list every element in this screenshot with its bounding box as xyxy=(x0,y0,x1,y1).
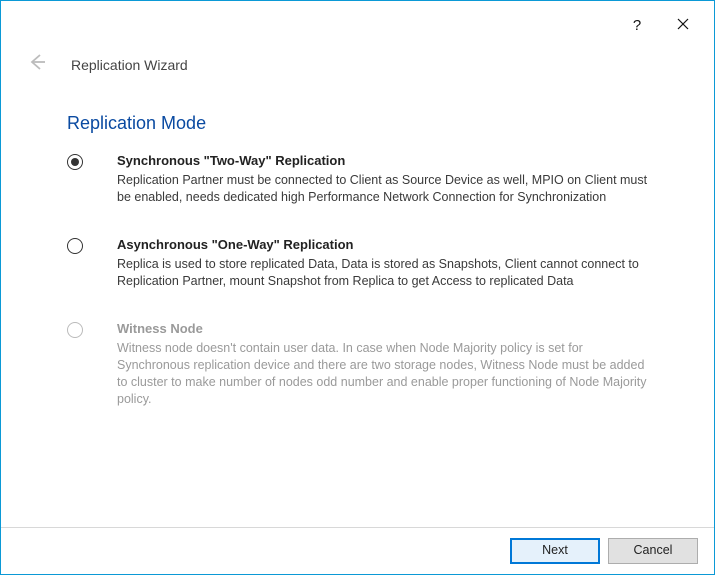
radio-asynchronous[interactable] xyxy=(67,238,83,254)
option-description: Witness node doesn't contain user data. … xyxy=(117,340,648,409)
option-description: Replication Partner must be connected to… xyxy=(117,172,648,207)
help-icon: ? xyxy=(633,17,641,34)
help-button[interactable]: ? xyxy=(614,9,660,41)
radio-witness-node xyxy=(67,322,83,338)
back-button xyxy=(21,49,53,81)
wizard-header: Replication Wizard xyxy=(1,49,714,89)
option-body: Asynchronous "One-Way" Replication Repli… xyxy=(117,236,648,290)
close-button[interactable] xyxy=(660,9,706,41)
wizard-window: ? Replication Wizard Replication Mode Sy… xyxy=(0,0,715,575)
next-button[interactable]: Next xyxy=(510,538,600,564)
page-heading: Replication Mode xyxy=(67,113,714,134)
option-body: Synchronous "Two-Way" Replication Replic… xyxy=(117,152,648,206)
close-icon xyxy=(677,17,689,34)
option-synchronous[interactable]: Synchronous "Two-Way" Replication Replic… xyxy=(67,152,648,206)
footer: Next Cancel xyxy=(1,527,714,574)
option-title: Synchronous "Two-Way" Replication xyxy=(117,152,648,170)
options-group: Synchronous "Two-Way" Replication Replic… xyxy=(1,152,714,439)
option-title: Asynchronous "One-Way" Replication xyxy=(117,236,648,254)
titlebar: ? xyxy=(1,1,714,49)
cancel-button[interactable]: Cancel xyxy=(608,538,698,564)
option-body: Witness Node Witness node doesn't contai… xyxy=(117,320,648,409)
option-title: Witness Node xyxy=(117,320,648,338)
option-witness-node: Witness Node Witness node doesn't contai… xyxy=(67,320,648,409)
arrow-left-icon xyxy=(26,51,48,79)
radio-synchronous[interactable] xyxy=(67,154,83,170)
option-description: Replica is used to store replicated Data… xyxy=(117,256,648,291)
option-asynchronous[interactable]: Asynchronous "One-Way" Replication Repli… xyxy=(67,236,648,290)
wizard-title: Replication Wizard xyxy=(71,57,188,73)
